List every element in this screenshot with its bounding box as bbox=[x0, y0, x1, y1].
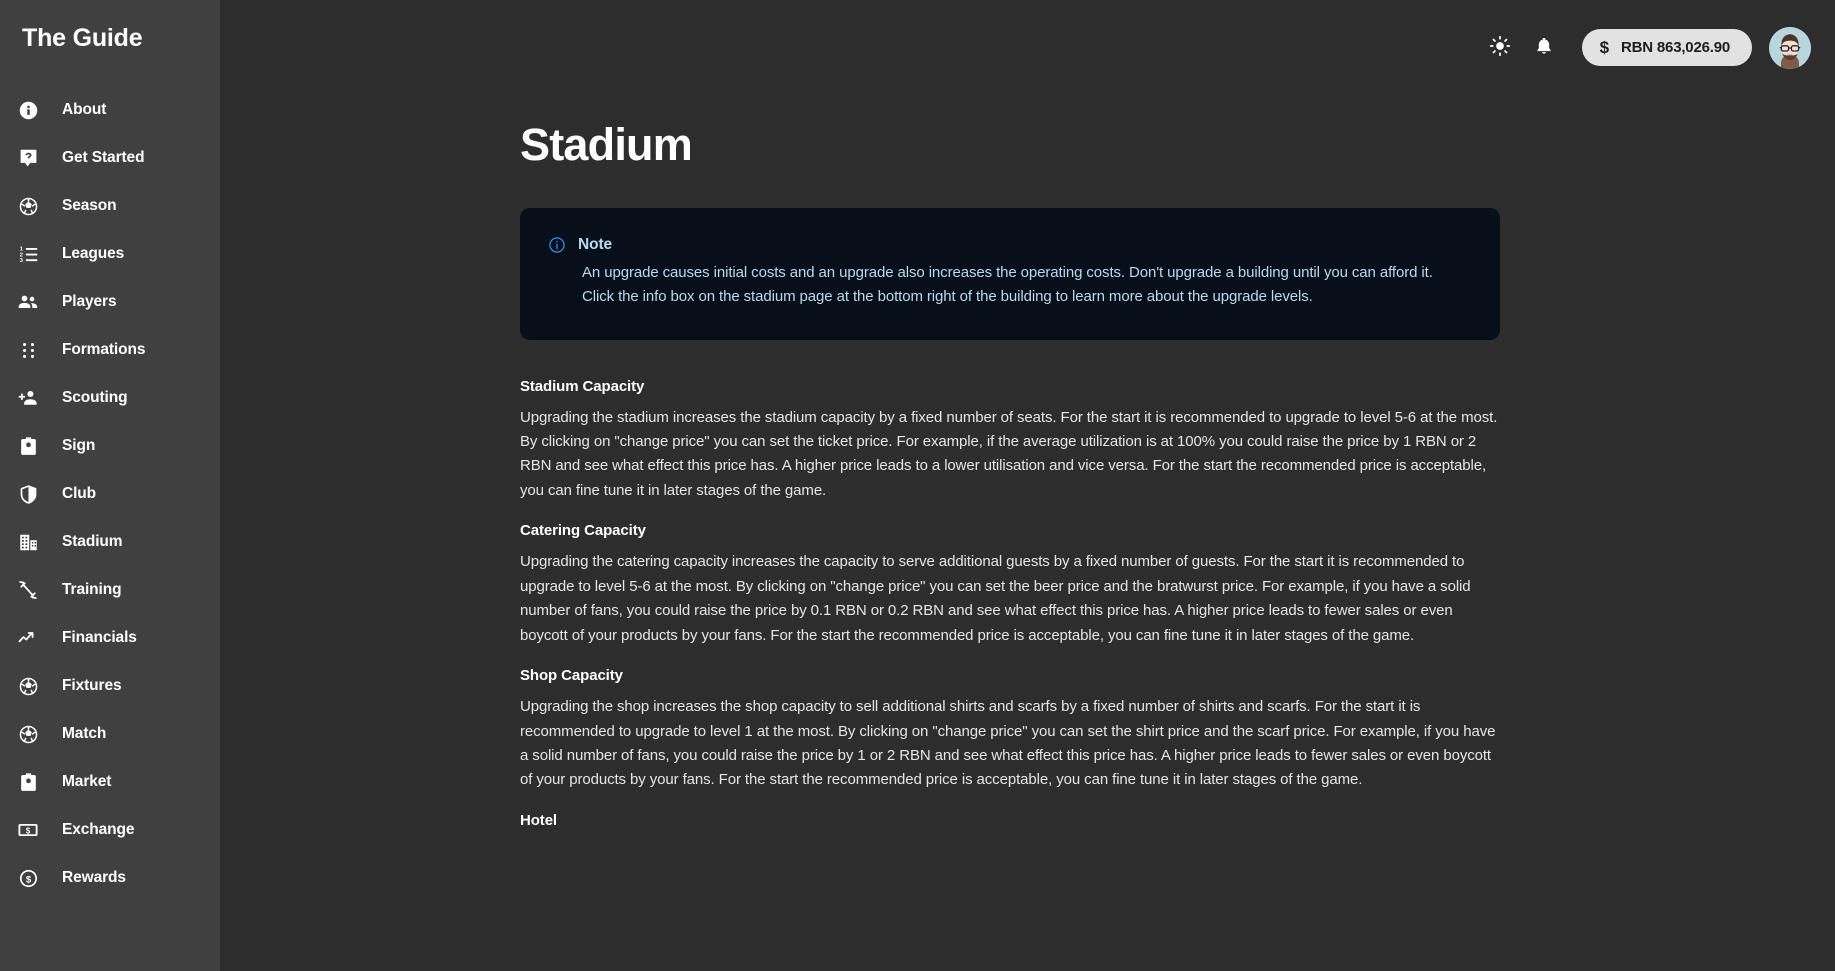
trend-up-icon bbox=[12, 626, 44, 650]
sidebar-item-fixtures[interactable]: Fixtures bbox=[0, 662, 220, 710]
dumbbell-icon bbox=[12, 578, 44, 602]
note-header: Note bbox=[548, 236, 1466, 254]
sidebar-item-label: Market bbox=[62, 773, 112, 790]
svg-text:$: $ bbox=[26, 826, 31, 835]
soccer-ball-icon bbox=[12, 674, 44, 698]
svg-text:3: 3 bbox=[19, 257, 22, 263]
sidebar-item-club[interactable]: Club bbox=[0, 470, 220, 518]
sidebar-item-label: About bbox=[62, 101, 107, 118]
section-catering-capacity: Catering Capacity Upgrading the catering… bbox=[520, 522, 1500, 648]
bell-icon bbox=[1534, 36, 1554, 59]
balance-amount: RBN 863,026.90 bbox=[1621, 39, 1730, 56]
soccer-ball-icon bbox=[12, 194, 44, 218]
sidebar-item-market[interactable]: Market bbox=[0, 758, 220, 806]
sidebar-item-financials[interactable]: Financials bbox=[0, 614, 220, 662]
sidebar-item-season[interactable]: Season bbox=[0, 182, 220, 230]
soccer-ball-icon bbox=[12, 722, 44, 746]
sidebar-item-label: Formations bbox=[62, 341, 146, 358]
section-text: Upgrading the shop increases the shop ca… bbox=[520, 698, 1496, 789]
sidebar-item-get-started[interactable]: Get Started bbox=[0, 134, 220, 182]
sidebar-item-label: Fixtures bbox=[62, 677, 122, 694]
dollar-sign-icon: $ bbox=[1599, 38, 1610, 57]
banknote-icon: $ bbox=[12, 818, 44, 842]
info-circle-icon bbox=[12, 98, 44, 122]
section-shop-capacity: Shop Capacity Upgrading the shop increas… bbox=[520, 667, 1500, 793]
people-group-icon bbox=[12, 290, 44, 314]
id-badge-icon bbox=[12, 434, 44, 458]
sidebar-item-formations[interactable]: Formations bbox=[0, 326, 220, 374]
section-heading: Shop Capacity bbox=[520, 667, 623, 685]
section-heading: Stadium Capacity bbox=[520, 377, 645, 395]
section-text: Upgrading the catering capacity increase… bbox=[520, 553, 1471, 644]
page-title: Stadium bbox=[520, 119, 693, 170]
sidebar-item-leagues[interactable]: 123 Leagues bbox=[0, 230, 220, 278]
sidebar-item-label: Get Started bbox=[62, 149, 145, 166]
app-root: The Guide About Get Started Season 1 2 3… bbox=[0, 0, 1835, 971]
dollar-coin-icon: $ bbox=[12, 866, 44, 890]
sidebar-item-label: Players bbox=[62, 293, 117, 310]
section-stadium-capacity: Stadium Capacity Upgrading the stadium i… bbox=[520, 378, 1500, 504]
note-callout: Note An upgrade causes initial costs and… bbox=[520, 208, 1500, 340]
sidebar-item-label: Exchange bbox=[62, 821, 135, 838]
building-icon bbox=[12, 530, 44, 554]
notifications-button[interactable] bbox=[1522, 26, 1566, 70]
main-area: $ RBN 863,026.90 Stadium Note An upgrade… bbox=[220, 0, 1835, 971]
section-heading: Catering Capacity bbox=[520, 522, 646, 540]
sidebar-item-scouting[interactable]: Scouting bbox=[0, 374, 220, 422]
topbar: $ RBN 863,026.90 bbox=[220, 0, 1835, 95]
balance-pill[interactable]: $ RBN 863,026.90 bbox=[1581, 29, 1752, 66]
note-body: An upgrade causes initial costs and an u… bbox=[582, 264, 1433, 306]
note-title: Note bbox=[578, 236, 613, 253]
sidebar-item-label: Sign bbox=[62, 437, 96, 454]
avatar[interactable] bbox=[1769, 26, 1811, 69]
sun-icon bbox=[1489, 35, 1511, 60]
sidebar-item-label: Season bbox=[62, 197, 117, 214]
sidebar-item-sign[interactable]: Sign bbox=[0, 422, 220, 470]
sidebar-item-rewards[interactable]: $ Rewards bbox=[0, 854, 220, 902]
section-hotel: Hotel bbox=[520, 812, 1500, 829]
page-content: Stadium Note An upgrade causes initial c… bbox=[520, 119, 1500, 829]
sidebar-item-training[interactable]: Training bbox=[0, 566, 220, 614]
shield-icon bbox=[12, 482, 44, 506]
section-heading: Hotel bbox=[520, 811, 558, 829]
sidebar-item-about[interactable]: About bbox=[0, 86, 220, 134]
sidebar-item-exchange[interactable]: $ Exchange bbox=[0, 806, 220, 854]
sidebar-item-label: Training bbox=[62, 581, 122, 598]
sidebar-item-label: Financials bbox=[62, 629, 137, 646]
sidebar-nav: About Get Started Season 123 Leagues Pla… bbox=[0, 86, 220, 902]
grid-dots-icon bbox=[12, 338, 44, 362]
sidebar-item-match[interactable]: Match bbox=[0, 710, 220, 758]
id-badge-icon bbox=[12, 770, 44, 794]
question-help-icon bbox=[12, 146, 44, 170]
sidebar-item-label: Club bbox=[62, 485, 97, 502]
ordered-list-icon: 123 bbox=[12, 242, 44, 266]
theme-toggle-button[interactable] bbox=[1478, 26, 1522, 70]
sidebar-item-label: Scouting bbox=[62, 389, 128, 406]
sidebar: The Guide About Get Started Season 1 2 3… bbox=[0, 0, 220, 971]
app-brand-title: The Guide bbox=[22, 24, 143, 52]
sidebar-item-label: Stadium bbox=[62, 533, 123, 550]
svg-text:$: $ bbox=[25, 874, 31, 885]
sidebar-item-stadium[interactable]: Stadium bbox=[0, 518, 220, 566]
sidebar-item-players[interactable]: Players bbox=[0, 278, 220, 326]
sidebar-item-label: Leagues bbox=[62, 245, 125, 262]
user-avatar bbox=[1769, 26, 1811, 69]
sidebar-item-label: Match bbox=[62, 725, 107, 742]
info-circle-icon bbox=[548, 236, 566, 254]
sidebar-item-label: Rewards bbox=[62, 869, 126, 886]
section-text: Upgrading the stadium increases the stad… bbox=[520, 408, 1498, 499]
person-add-icon bbox=[12, 386, 44, 410]
